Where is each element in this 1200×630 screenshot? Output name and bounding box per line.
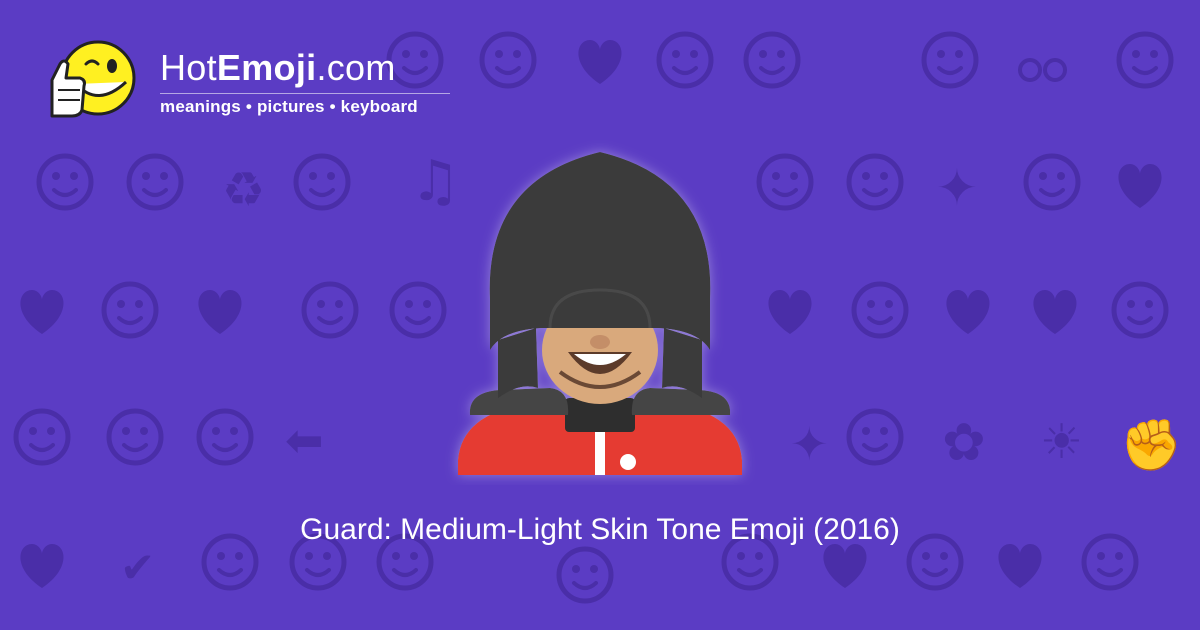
striped-heart-icon (198, 290, 242, 334)
striped-heart-icon (1118, 164, 1162, 208)
relieved-face-icon (924, 34, 976, 86)
heart-icon (1033, 290, 1077, 334)
raising-hands-icon (296, 156, 348, 208)
pattern-row-1 (389, 34, 1171, 86)
eyes-icon (1018, 58, 1042, 82)
party-popper-icon: ✦ (790, 417, 829, 471)
tongue-wink-face-icon (849, 411, 901, 463)
heart-icon (998, 544, 1042, 588)
disappointed-face-icon (759, 156, 811, 208)
smirking-face-icon (1119, 34, 1171, 86)
check-mark-icon: ✔ (120, 543, 155, 592)
tagline: meanings • pictures • keyboard (160, 97, 418, 116)
sun-icon: ☀ (1040, 414, 1083, 470)
broken-heart-icon (20, 290, 64, 334)
rose-icon: ✿ (942, 413, 986, 473)
relieved-face-icon (39, 156, 91, 208)
tired-face-icon (854, 284, 906, 336)
confused-face-icon (104, 284, 156, 336)
anxious-face-icon (129, 156, 181, 208)
smiling-devil-icon (109, 411, 161, 463)
site-logo-link[interactable]: HotEmoji.com meanings • pictures • keybo… (38, 34, 458, 134)
grimacing-face-icon (559, 549, 611, 601)
emoji-title: Guard: Medium-Light Skin Tone Emoji (201… (300, 513, 900, 546)
brand-prefix: Hot (160, 47, 217, 88)
flexed-biceps-icon: ✊ (1120, 416, 1182, 475)
weary-face-icon (746, 34, 798, 86)
brand-name: HotEmoji.com (160, 48, 396, 88)
smiling-face-icon (659, 34, 711, 86)
frowning-face-icon (392, 284, 444, 336)
angry-face-icon (199, 411, 251, 463)
sparkles-icon: ✦ (936, 159, 978, 217)
brand-suffix: .com (316, 47, 396, 88)
share-card: ♫ ✦ ♻ ⬅ ✦ ✿ ☀ ✊ ✔ HotEmoji.com meanings … (0, 0, 1200, 630)
heart-with-arrow-icon (768, 290, 812, 334)
grinning-face-icon (849, 156, 901, 208)
winking-kiss-face-icon (482, 34, 534, 86)
tongue-wink-face-icon (304, 284, 356, 336)
screaming-face-icon (16, 411, 68, 463)
striped-heart-icon (20, 544, 64, 588)
recycle-icon: ♻ (222, 162, 265, 218)
left-arrow-icon: ⬅ (285, 413, 324, 467)
brand-bold: Emoji (216, 47, 317, 88)
see-no-evil-monkey-icon (1114, 284, 1166, 336)
winking-thumbs-up-face-icon (50, 40, 136, 118)
grinning-face-icon (1026, 156, 1078, 208)
revolving-hearts-icon (946, 290, 990, 334)
brand-divider (160, 93, 450, 94)
two-hearts-icon (578, 40, 622, 84)
striped-heart-icon (823, 544, 867, 588)
guard-medium-light-skin-tone-icon (458, 152, 742, 475)
